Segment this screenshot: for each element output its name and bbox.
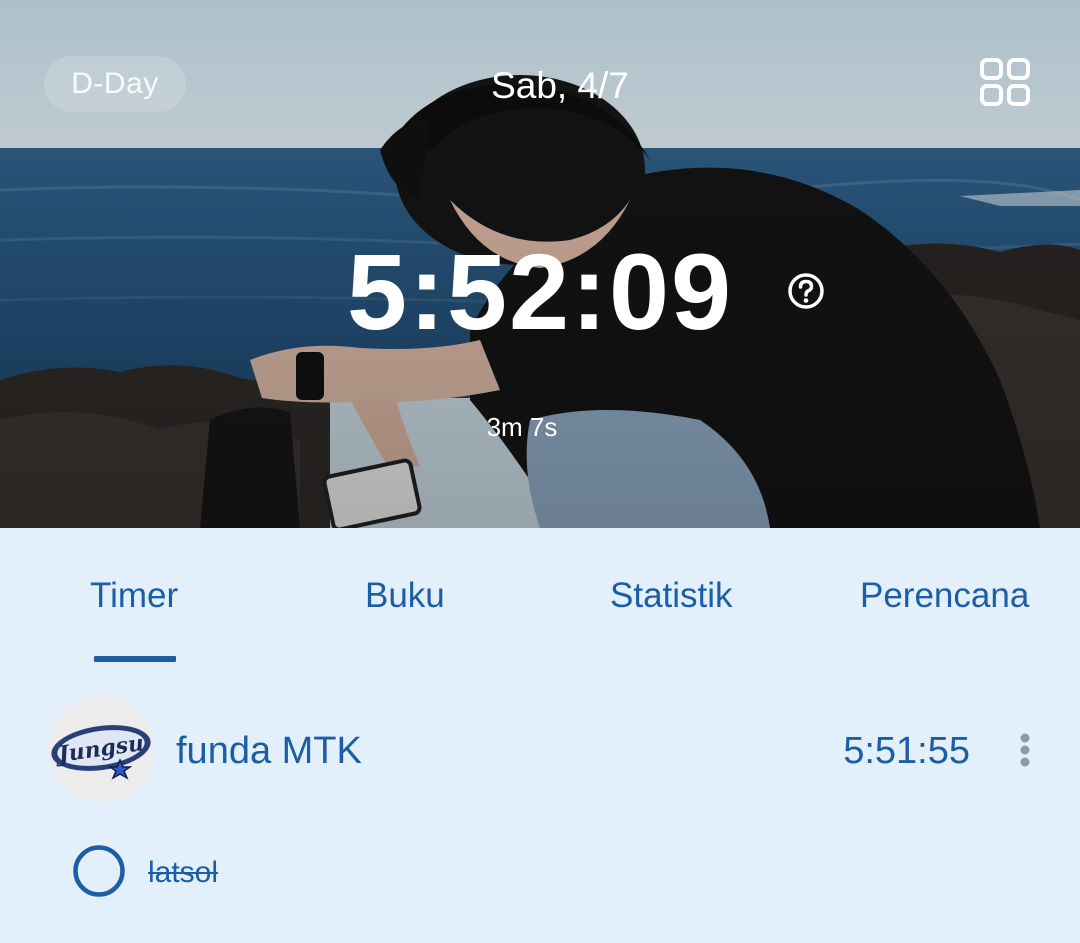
tab-buku[interactable]: Buku xyxy=(365,574,445,618)
dday-button[interactable]: D-Day xyxy=(44,56,186,112)
tab-timer[interactable]: Timer xyxy=(90,574,178,618)
subject-avatar: Jungsu xyxy=(48,696,154,802)
hero-background: D-Day Sab, 4/7 5:52:09 3m 7s xyxy=(0,0,1080,528)
subject-name: funda MTK xyxy=(176,730,362,772)
subject-time: 5:51:55 xyxy=(843,730,970,772)
task-label: latsol xyxy=(148,856,219,889)
date-label: Sab, 4/7 xyxy=(491,65,629,106)
task-item: latsol xyxy=(0,836,1080,908)
more-vertical-icon[interactable] xyxy=(1010,732,1040,772)
help-circle-icon[interactable] xyxy=(786,271,826,311)
session-time: 3m 7s xyxy=(486,412,558,442)
active-tab-indicator xyxy=(94,656,176,662)
tab-statistik[interactable]: Statistik xyxy=(610,574,733,618)
tab-bar: Timer Buku Statistik Perencana xyxy=(0,528,1080,668)
grid-icon[interactable] xyxy=(976,56,1036,112)
subject-item[interactable]: Jungsu funda MTK 5:51:55 xyxy=(0,690,1080,808)
tab-perencana[interactable]: Perencana xyxy=(860,574,1029,618)
task-checkbox[interactable] xyxy=(72,844,126,898)
total-study-time: 5:52:09 xyxy=(346,231,734,352)
jungsu-logo: Jungsu xyxy=(48,696,154,802)
